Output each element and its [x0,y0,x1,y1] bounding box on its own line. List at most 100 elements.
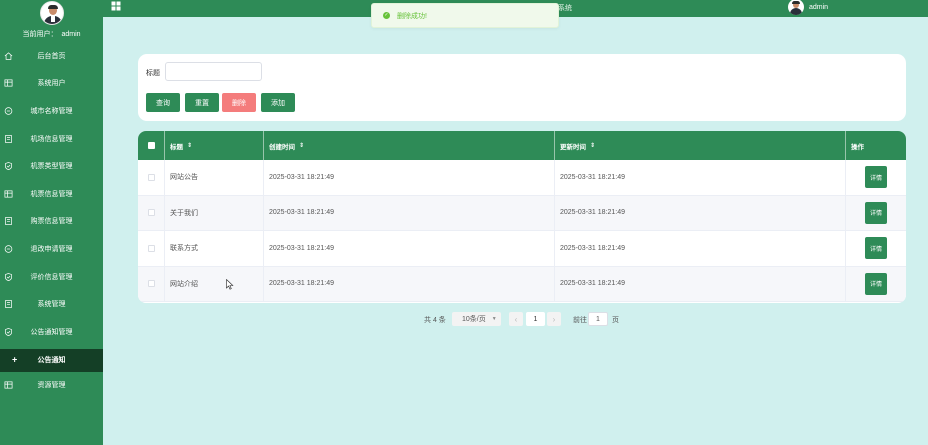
table-row: 网站介绍 2025-03-31 18:21:49 2025-03-31 18:2… [138,266,906,302]
table-header: 标题 ⇕ 创建时间 ⇕ 更新时间 ⇕ 操作 [138,131,906,160]
user-name[interactable]: admin [809,4,828,11]
shield-icon [4,162,13,171]
user-avatar[interactable] [788,0,804,15]
system-title: 系统 [558,5,572,12]
action-cell: 详情 [846,231,906,266]
row-select-cell [138,266,165,301]
created-cell: 2025-03-31 18:21:49 [264,266,555,301]
sidebar-menu: 后台首页 系统用户 城市名称管理 机场信息管理 机票类型管理 机票信息管理 购票… [0,42,103,399]
mouse-cursor-icon [226,279,234,290]
sidebar-item-system-users[interactable]: 系统用户 [0,70,103,98]
sidebar-item-label: 公告通知 [37,357,66,365]
column-header-updated[interactable]: 更新时间 ⇕ [555,131,846,160]
sidebar-item-home[interactable]: 后台首页 [0,42,103,70]
updated-cell: 2025-03-31 18:21:49 [555,231,846,266]
sidebar-item-purchases[interactable]: 购票信息管理 [0,208,103,236]
toast-message: 删除成功! [397,12,427,20]
column-header-label: 创建时间 [269,143,295,151]
success-toast: ✓ 删除成功! [371,3,559,28]
row-checkbox[interactable] [147,173,155,181]
reset-button[interactable]: 重置 [185,93,219,112]
sidebar-item-label: 系统用户 [37,80,66,88]
sort-icon[interactable]: ⇕ [187,142,192,149]
goto-page-input[interactable] [588,312,608,326]
current-user: 当前用户： admin [0,29,103,39]
row-select-cell [138,160,165,195]
detail-button[interactable]: 详情 [865,272,887,295]
chevron-right-icon: › [552,314,556,324]
sidebar-item-label: 机票信息管理 [30,190,73,198]
sidebar-item-reviews[interactable]: 评价信息管理 [0,263,103,291]
sort-icon[interactable]: ⇕ [299,142,304,149]
delete-button[interactable]: 删除 [222,93,256,112]
page-size-select[interactable]: 10条/页 ▼ [452,312,501,326]
goto-label: 前往 [573,317,587,324]
created-cell: 2025-03-31 18:21:49 [264,231,555,266]
title-cell: 关于我们 [165,195,264,230]
sidebar-item-label: 系统管理 [37,301,66,309]
sidebar-item-notice-management[interactable]: 公告通知管理 [0,318,103,346]
row-checkbox[interactable] [147,209,155,217]
grid-menu-icon[interactable] [111,1,121,11]
sidebar-item-tickets[interactable]: 机票信息管理 [0,180,103,208]
page-number-current[interactable]: 1 [526,312,545,326]
sidebar-item-refunds[interactable]: 退改申请管理 [0,235,103,263]
column-header-created[interactable]: 创建时间 ⇕ [264,131,555,160]
action-cell: 详情 [846,160,906,195]
next-page-button[interactable]: › [547,312,561,326]
sidebar-item-label: 退改申请管理 [30,245,73,253]
current-user-label: 当前用户： [22,31,58,38]
updated-cell: 2025-03-31 18:21:49 [555,160,846,195]
sidebar-item-label: 评价信息管理 [30,273,73,281]
column-header-label: 操作 [851,143,864,151]
plus-icon: + [12,354,18,365]
sidebar-item-label: 机场信息管理 [30,135,73,143]
document-icon [5,217,12,226]
sidebar-item-label: 公告通知管理 [30,328,73,336]
column-header-title[interactable]: 标题 ⇕ [165,131,264,160]
sidebar-item-label: 机票类型管理 [30,163,73,171]
row-checkbox[interactable] [147,280,155,288]
sidebar-item-label: 后台首页 [37,52,66,60]
sidebar-item-system[interactable]: 系统管理 [0,290,103,318]
sidebar-item-label: 资源管理 [37,382,66,390]
row-checkbox[interactable] [147,244,155,252]
pagination-total: 共 4 条 [424,317,446,324]
current-user-name: admin [61,31,81,38]
title-cell: 网站介绍 [165,266,264,301]
title-search-input[interactable] [165,62,262,81]
query-button[interactable]: 查询 [146,93,180,112]
home-icon [4,52,13,60]
avatar [39,1,64,25]
sidebar: 当前用户： admin 后台首页 系统用户 城市名称管理 机场信息管理 机票类型管… [0,0,103,445]
detail-button[interactable]: 详情 [865,237,887,260]
chevron-left-icon: ‹ [514,314,518,324]
sidebar-item-notices[interactable]: + 公告通知 [0,348,103,372]
sidebar-item-resources[interactable]: 资源管理 [0,372,103,400]
sidebar-profile: 当前用户： admin [0,0,103,42]
select-all-cell [138,131,165,160]
column-header-actions: 操作 [846,131,906,160]
select-all-checkbox[interactable] [147,142,155,149]
updated-cell: 2025-03-31 18:21:49 [555,266,846,301]
add-button[interactable]: 添加 [261,93,295,112]
page-size-value: 10条/页 [462,316,486,323]
data-table: 标题 ⇕ 创建时间 ⇕ 更新时间 ⇕ 操作 网站公告 2025-03-31 18:21… [138,131,906,303]
table-icon [4,190,13,198]
prev-page-button[interactable]: ‹ [509,312,523,326]
table-row: 网站公告 2025-03-31 18:21:49 2025-03-31 18:2… [138,160,906,196]
created-cell: 2025-03-31 18:21:49 [264,160,555,195]
sort-icon[interactable]: ⇕ [590,142,595,149]
detail-button[interactable]: 详情 [865,166,887,189]
created-cell: 2025-03-31 18:21:49 [264,195,555,230]
detail-button[interactable]: 详情 [865,201,887,224]
sidebar-item-airports[interactable]: 机场信息管理 [0,125,103,153]
title-cell: 网站公告 [165,160,264,195]
chat-icon [4,245,13,253]
updated-cell: 2025-03-31 18:21:49 [555,195,846,230]
table-row: 关于我们 2025-03-31 18:21:49 2025-03-31 18:2… [138,195,906,231]
sidebar-item-ticket-types[interactable]: 机票类型管理 [0,152,103,180]
search-label: 标题 [146,70,160,77]
sidebar-item-city-names[interactable]: 城市名称管理 [0,97,103,125]
column-header-label: 标题 [170,143,183,151]
